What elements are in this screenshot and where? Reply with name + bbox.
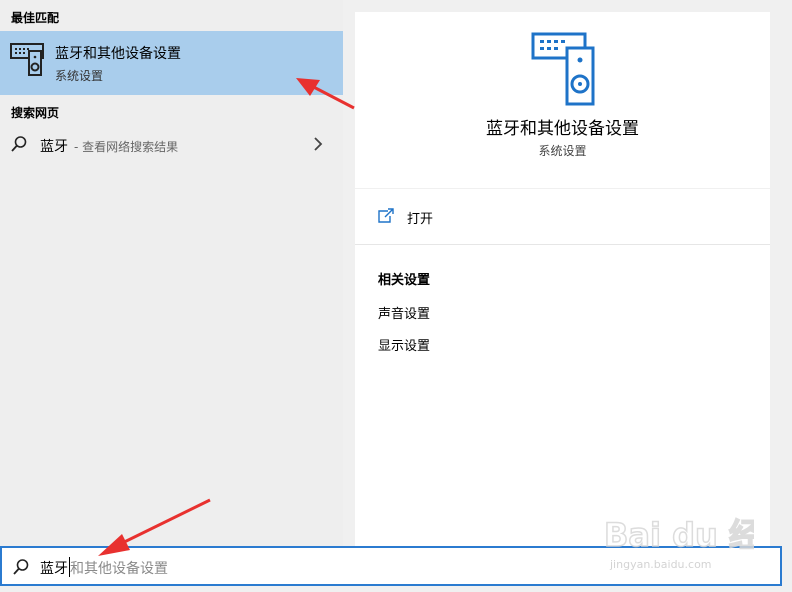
best-match-header: 最佳匹配	[11, 11, 60, 25]
search-input[interactable]: 蓝牙	[40, 558, 68, 578]
devices-settings-icon	[10, 43, 44, 76]
annotation-arrow-icon	[98, 498, 211, 556]
search-icon	[11, 136, 27, 152]
annotation-arrow-icon	[296, 78, 355, 110]
open-button[interactable]: 打开	[407, 208, 433, 227]
chevron-right-icon[interactable]	[312, 136, 324, 152]
display-settings-link[interactable]: 显示设置	[378, 335, 430, 354]
preview-subtitle: 系统设置	[538, 144, 587, 158]
search-icon	[13, 559, 29, 575]
open-external-icon	[378, 208, 394, 223]
web-search-result[interactable]: 蓝牙 - 查看网络搜索结果	[0, 131, 343, 161]
web-search-query: 蓝牙	[40, 139, 68, 155]
divider	[355, 244, 770, 245]
web-search-header: 搜索网页	[11, 106, 60, 120]
preview-title: 蓝牙和其他设备设置	[486, 119, 639, 139]
watermark-brand: Bai du 经验	[604, 516, 754, 554]
best-match-title: 蓝牙和其他设备设置	[55, 46, 181, 62]
baidu-jingyan-watermark-logo: Bai du 经验 jingyan.baidu.com	[604, 515, 754, 571]
sound-settings-link[interactable]: 声音设置	[378, 303, 430, 322]
search-autocomplete-suggestion: 和其他设备设置	[70, 561, 168, 577]
related-settings-header: 相关设置	[378, 273, 431, 288]
best-match-subtitle: 系统设置	[55, 69, 104, 83]
web-search-hint: - 查看网络搜索结果	[74, 140, 179, 154]
preview-header-card: 蓝牙和其他设备设置 系统设置	[355, 12, 770, 188]
preview-actions-card: 打开 相关设置 声音设置 显示设置	[355, 189, 770, 546]
watermark-url: jingyan.baidu.com	[609, 558, 712, 571]
devices-settings-large-icon	[531, 32, 595, 106]
